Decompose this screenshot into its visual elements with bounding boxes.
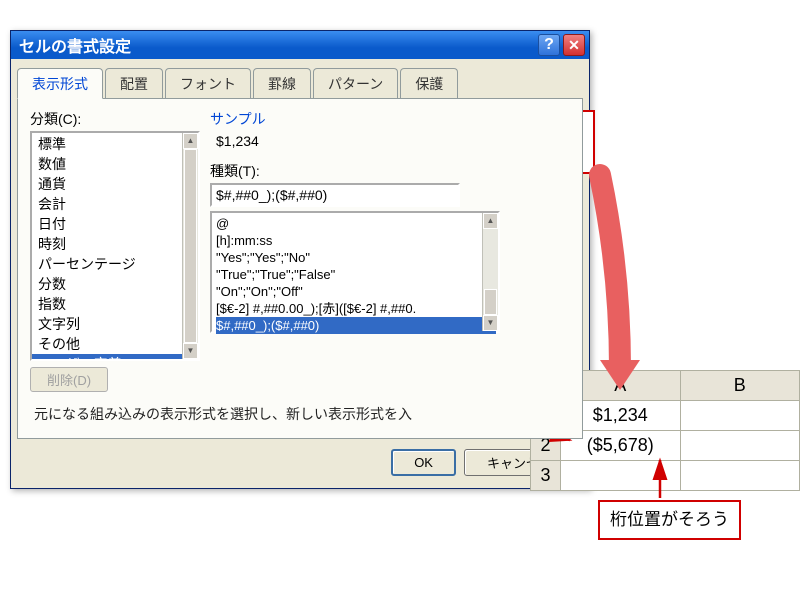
tab-alignment[interactable]: 配置: [105, 68, 163, 99]
ok-button[interactable]: OK: [391, 449, 456, 476]
category-item[interactable]: 時刻: [32, 234, 198, 254]
type-scrollbar[interactable]: ▲ ▼: [482, 213, 498, 331]
tab-font[interactable]: フォント: [165, 68, 251, 99]
close-button[interactable]: ✕: [563, 34, 585, 56]
category-item[interactable]: その他: [32, 334, 198, 354]
scroll-down-icon[interactable]: ▼: [483, 315, 498, 331]
type-item[interactable]: "On";"On";"Off": [216, 283, 496, 300]
tab-strip: 表示形式 配置 フォント 罫線 パターン 保護: [11, 59, 589, 98]
cell-A3[interactable]: [560, 461, 680, 491]
type-item[interactable]: [$€-2] #,##0.00_);[赤]([$€-2] #,##0.: [216, 300, 496, 317]
type-item[interactable]: @: [216, 215, 496, 232]
help-text: 元になる組み込みの表示形式を選択し、新しい表示形式を入: [30, 392, 570, 424]
callout-digit-align: 桁位置がそろう: [598, 500, 741, 540]
tab-border[interactable]: 罫線: [253, 68, 311, 99]
titlebar: セルの書式設定 ? ✕: [11, 31, 589, 59]
tab-pattern[interactable]: パターン: [313, 68, 398, 99]
help-button[interactable]: ?: [538, 34, 560, 56]
callout3-text: 桁位置がそろう: [610, 510, 729, 529]
type-input[interactable]: [210, 183, 460, 207]
category-item[interactable]: 文字列: [32, 314, 198, 334]
scroll-up-icon[interactable]: ▲: [483, 213, 498, 229]
sample-label: サンプル: [210, 109, 570, 129]
scroll-up-icon[interactable]: ▲: [183, 133, 198, 149]
category-item[interactable]: パーセンテージ: [32, 254, 198, 274]
dialog-buttons: OK キャンセル: [11, 439, 589, 488]
category-item[interactable]: 分数: [32, 274, 198, 294]
cell-B2[interactable]: [680, 431, 799, 461]
category-scrollbar[interactable]: ▲ ▼: [182, 133, 198, 359]
category-item[interactable]: 会計: [32, 194, 198, 214]
delete-button: 削除(D): [30, 367, 108, 392]
tab-number-format[interactable]: 表示形式: [17, 68, 103, 99]
category-item[interactable]: 数値: [32, 154, 198, 174]
type-item-selected[interactable]: $#,##0_);($#,##0): [216, 317, 496, 334]
category-label: 分類(C):: [30, 109, 210, 129]
sample-value: $1,234: [210, 131, 570, 151]
category-item[interactable]: 標準: [32, 134, 198, 154]
tab-panel-number-format: 分類(C): 標準 数値 通貨 会計 日付 時刻 パーセンテージ 分数 指数 文…: [17, 98, 583, 439]
category-item[interactable]: 指数: [32, 294, 198, 314]
cell-B3[interactable]: [680, 461, 799, 491]
category-item[interactable]: 通貨: [32, 174, 198, 194]
category-listbox[interactable]: 標準 数値 通貨 会計 日付 時刻 パーセンテージ 分数 指数 文字列 その他 …: [30, 131, 200, 361]
col-header-B[interactable]: B: [680, 371, 799, 401]
tab-protection[interactable]: 保護: [400, 68, 458, 99]
category-item-user-defined[interactable]: ユーザー定義: [32, 354, 198, 361]
scroll-down-icon[interactable]: ▼: [183, 343, 198, 359]
cell-B1[interactable]: [680, 401, 799, 431]
row-header-3[interactable]: 3: [531, 461, 561, 491]
format-cells-dialog: セルの書式設定 ? ✕ 表示形式 配置 フォント 罫線 パターン 保護 分類(C…: [10, 30, 590, 489]
type-item[interactable]: [h]:mm:ss: [216, 232, 496, 249]
category-item[interactable]: 日付: [32, 214, 198, 234]
type-item[interactable]: "Yes";"Yes";"No": [216, 249, 496, 266]
type-listbox[interactable]: @ [h]:mm:ss "Yes";"Yes";"No" "True";"Tru…: [210, 211, 500, 333]
type-label: 種類(T):: [210, 161, 570, 181]
dialog-title: セルの書式設定: [19, 33, 535, 57]
type-item[interactable]: "True";"True";"False": [216, 266, 496, 283]
